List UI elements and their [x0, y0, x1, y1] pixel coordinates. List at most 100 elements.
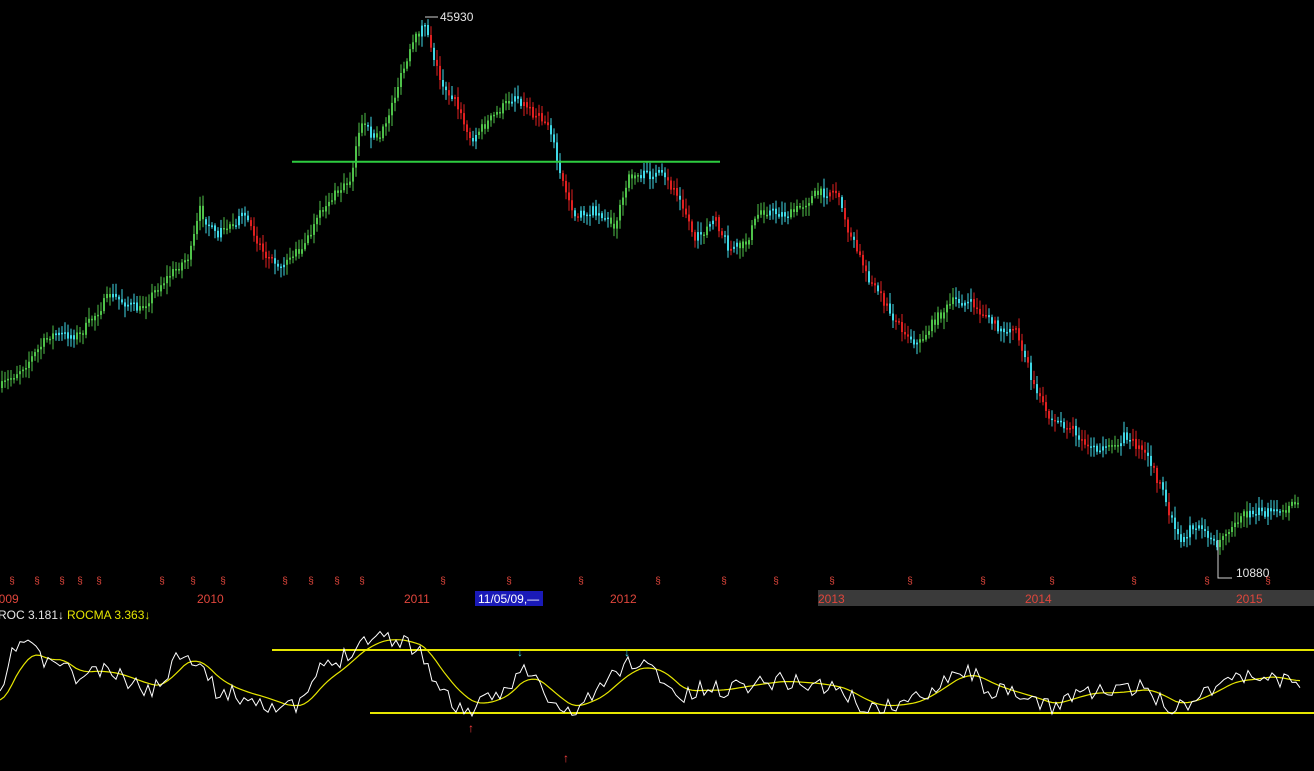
- candle: [712, 215, 714, 230]
- candle: [421, 20, 423, 47]
- candle-body: [1081, 439, 1083, 441]
- candle: [1213, 535, 1215, 546]
- candle: [442, 69, 444, 95]
- candle-body: [1210, 537, 1212, 540]
- candle: [16, 365, 18, 381]
- candle: [958, 290, 960, 309]
- candle-body: [1141, 445, 1143, 450]
- candle-body: [703, 234, 705, 236]
- candle: [412, 34, 414, 53]
- candle-body: [877, 285, 879, 292]
- candle-body: [256, 235, 258, 244]
- candle-body: [643, 170, 645, 179]
- candle-body: [1147, 452, 1149, 456]
- candle: [604, 209, 606, 222]
- candle: [979, 300, 981, 324]
- candle: [154, 286, 156, 299]
- candle-body: [757, 214, 759, 219]
- candle: [772, 203, 774, 220]
- candle-body: [856, 239, 858, 252]
- candle-body: [1039, 393, 1041, 397]
- candle: [691, 219, 693, 237]
- candle-body: [499, 112, 501, 114]
- candle-body: [616, 220, 618, 229]
- candle-body: [658, 170, 660, 173]
- candle-body: [583, 210, 585, 216]
- candle: [142, 296, 144, 311]
- candle: [124, 298, 126, 318]
- candle-body: [1225, 534, 1227, 537]
- candle: [46, 332, 48, 343]
- candle: [118, 294, 120, 310]
- candle-body: [208, 224, 210, 227]
- candle-body: [1048, 411, 1050, 419]
- candle-body: [13, 378, 15, 380]
- candle: [250, 217, 252, 231]
- candle-body: [271, 257, 273, 259]
- candle: [31, 351, 33, 372]
- candle-body: [1243, 511, 1245, 517]
- event-marker: §: [440, 576, 446, 587]
- candle: [160, 276, 162, 297]
- candle-body: [1240, 516, 1242, 523]
- candle-body: [40, 346, 42, 350]
- candle: [643, 163, 645, 185]
- candle-body: [310, 234, 312, 237]
- candle-body: [1264, 511, 1266, 517]
- candle: [430, 26, 432, 52]
- candle-body: [709, 224, 711, 227]
- candle-body: [724, 235, 726, 237]
- candle-body: [1, 381, 3, 388]
- candle-body: [475, 135, 477, 142]
- candle: [1000, 326, 1002, 342]
- candle-body: [217, 230, 219, 238]
- candle: [955, 287, 957, 307]
- candle-body: [829, 192, 831, 197]
- chart-canvas[interactable]: 45930 10880 § § § § § § § § § § § § § § § § § § § § § § § § § 20…: [0, 0, 1314, 766]
- candle-body: [1006, 332, 1008, 334]
- candle-body: [502, 103, 504, 114]
- candle: [397, 77, 399, 102]
- candle: [439, 56, 441, 90]
- candle-body: [595, 206, 597, 216]
- candle-body: [655, 172, 657, 177]
- candle-body: [835, 190, 837, 194]
- candle-body: [274, 258, 276, 264]
- candle-body: [751, 225, 753, 240]
- candle: [1177, 521, 1179, 540]
- candle: [1222, 533, 1224, 551]
- candle: [571, 189, 573, 219]
- candle: [640, 169, 642, 183]
- candle-body: [391, 102, 393, 116]
- candle: [937, 306, 939, 329]
- candle: [283, 257, 285, 276]
- candle: [1084, 430, 1086, 449]
- candle: [22, 366, 24, 378]
- stock-chart[interactable]: 45930 10880 § § § § § § § § § § § § § § § § § § § § § § § § § 20…: [0, 0, 1314, 766]
- candle: [394, 87, 396, 112]
- candle: [988, 308, 990, 324]
- candle-body: [1174, 517, 1176, 529]
- candle-body: [793, 209, 795, 212]
- candle-body: [1132, 438, 1134, 441]
- candle: [793, 202, 795, 218]
- candle: [514, 87, 516, 112]
- candle: [1174, 506, 1176, 540]
- candle: [574, 207, 576, 221]
- candle: [436, 50, 438, 76]
- candle-body: [187, 259, 189, 262]
- candle: [925, 325, 927, 342]
- candle: [859, 244, 861, 258]
- candle-body: [301, 249, 303, 254]
- event-marker: §: [282, 576, 288, 587]
- candle-body: [1114, 445, 1116, 447]
- candle-body: [463, 113, 465, 125]
- candle-body: [376, 133, 378, 138]
- candle: [520, 96, 522, 109]
- candle: [202, 195, 204, 228]
- candle: [28, 351, 30, 379]
- candle-body: [580, 210, 582, 218]
- event-marker: §: [190, 576, 196, 587]
- candle-body: [1186, 537, 1188, 539]
- candle: [517, 85, 519, 104]
